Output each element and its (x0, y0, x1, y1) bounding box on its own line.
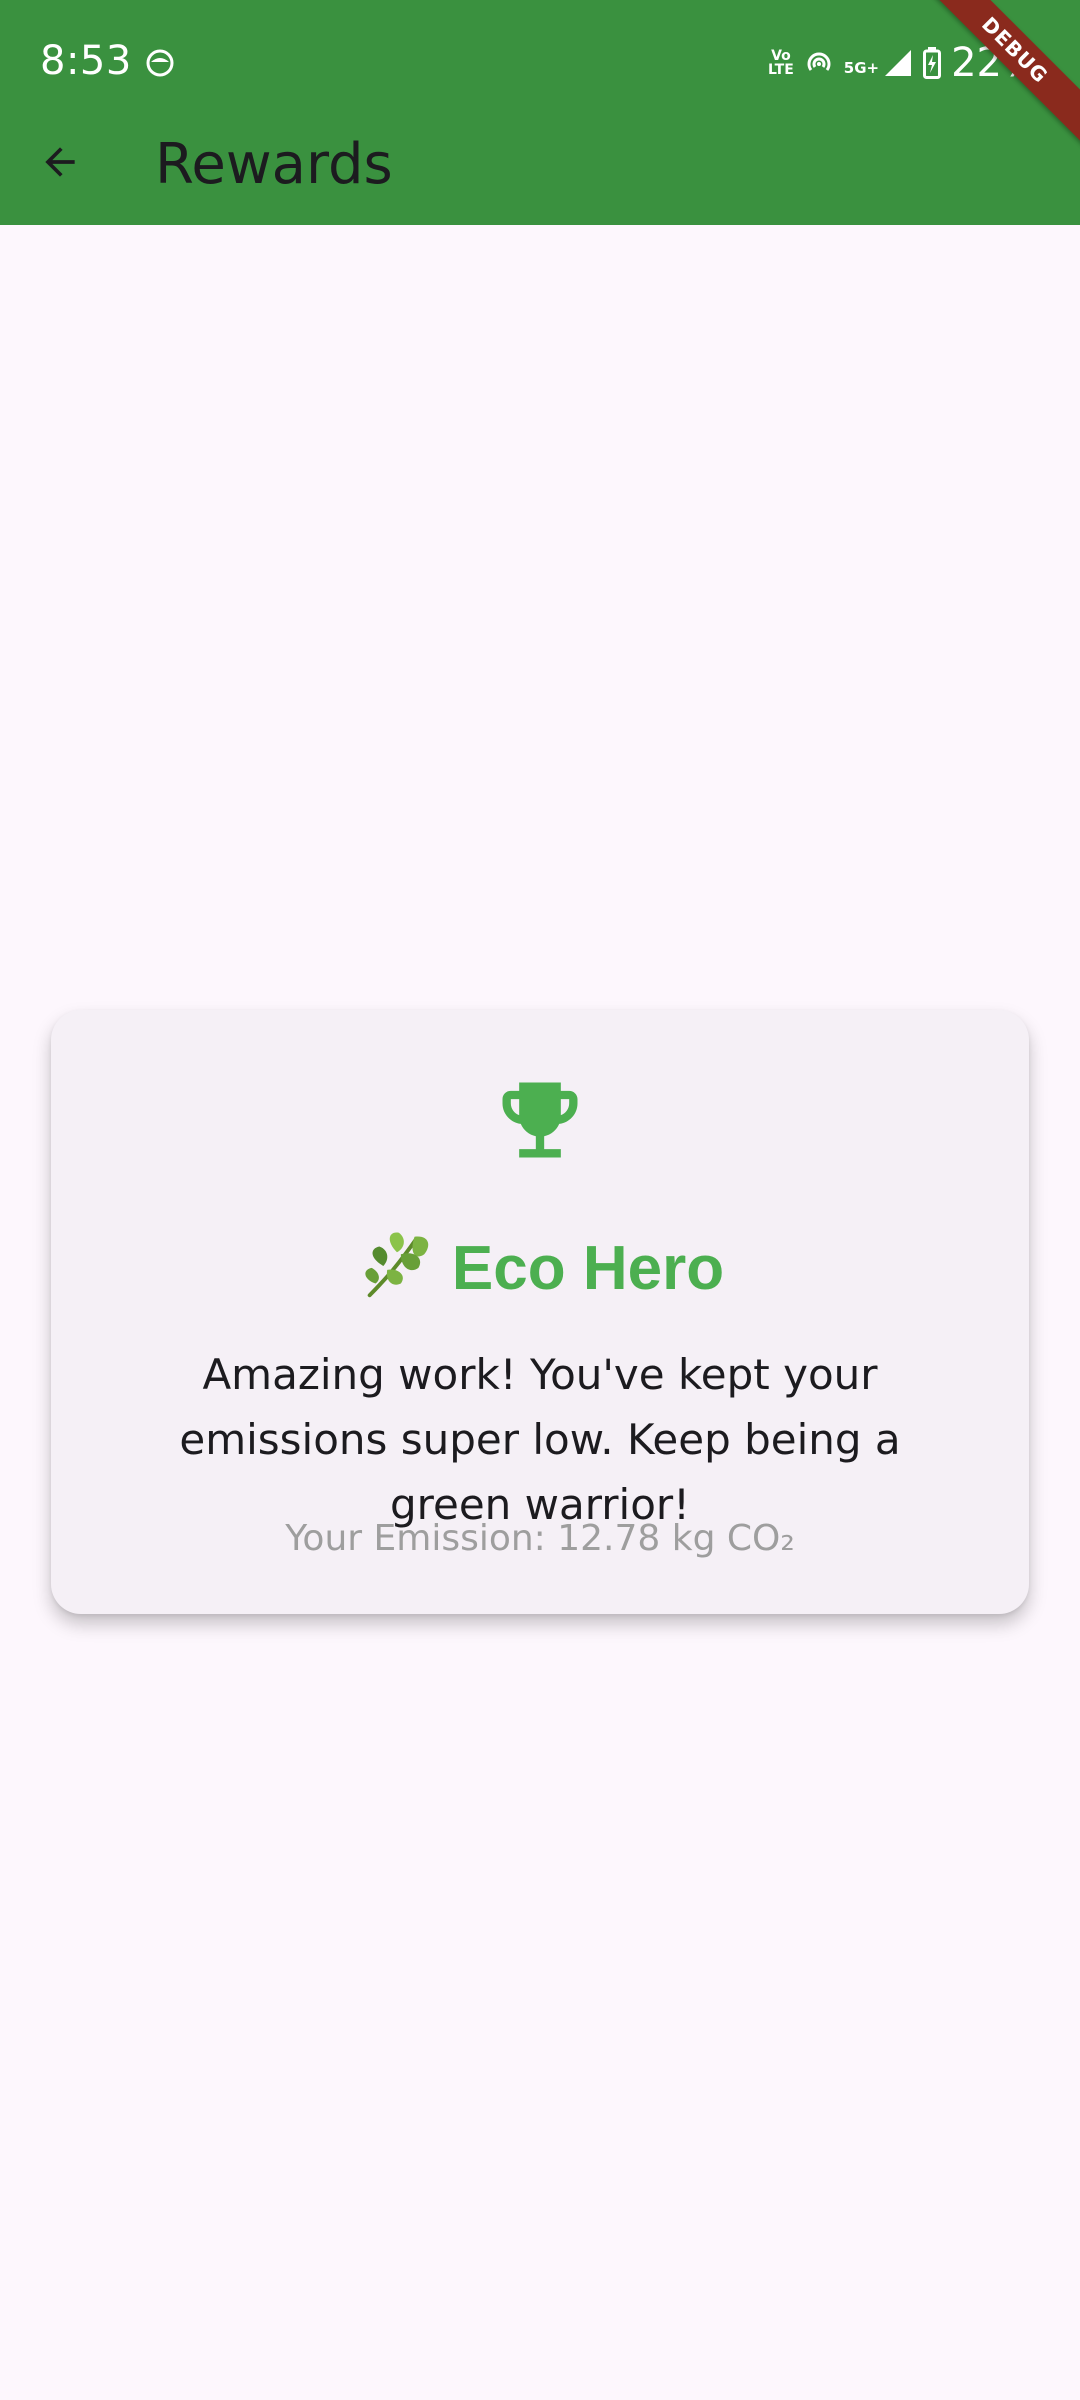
arrow-back-icon (45, 147, 75, 177)
hotspot-icon (807, 52, 831, 71)
signal-icon (885, 50, 912, 76)
notification-icon (146, 49, 174, 77)
back-button[interactable] (24, 126, 96, 198)
status-time: 8:53 (40, 38, 132, 84)
battery-charging-icon (923, 47, 942, 79)
volte-icon: Vo LTE (768, 48, 794, 78)
reward-message: Amazing work! You've kept your emissions… (179, 1350, 901, 1529)
badge-title-row: Eco Hero (51, 1225, 1029, 1304)
app-bar: 8:53 Vo LTE 5G+ 22% DEBUG Rewards (0, 0, 1080, 225)
emission-value: Your Emission: 12.78 kg CO₂ (285, 1518, 795, 1559)
reward-card: Eco Hero Amazing work! You've kept your … (51, 1010, 1029, 1614)
page-title: Rewards (155, 132, 393, 197)
badge-title: Eco Hero (451, 1234, 725, 1303)
status-bar: 8:53 Vo LTE 5G+ 22% (0, 0, 1080, 120)
herb-leaf-icon (365, 1232, 429, 1298)
trophy-icon (502, 1082, 578, 1158)
network-type: 5G+ (843, 59, 880, 77)
